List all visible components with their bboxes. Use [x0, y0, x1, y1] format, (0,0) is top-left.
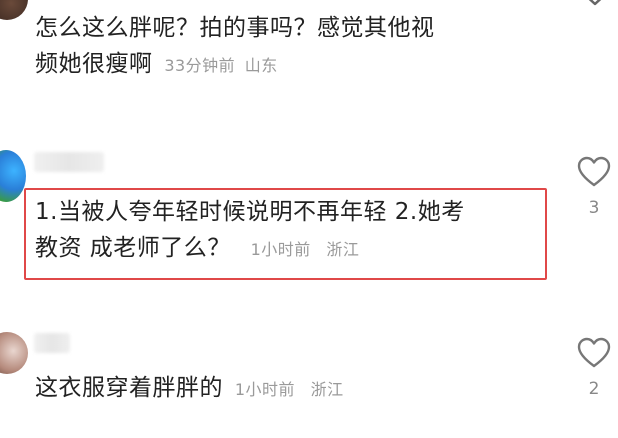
avatar[interactable] — [0, 332, 28, 374]
heart-outline-icon[interactable] — [574, 337, 614, 369]
comment-location: 浙江 — [326, 240, 360, 259]
comment-meta: 1小时前 浙江 — [247, 240, 360, 259]
comment-location: 山东 — [244, 56, 278, 75]
chevron-down-icon[interactable] — [578, 0, 612, 12]
avatar[interactable] — [0, 0, 28, 20]
username-blurred[interactable] — [34, 333, 70, 353]
comment-time: 1小时前 — [234, 380, 295, 399]
like-button[interactable]: 3 — [574, 156, 614, 218]
comment-text: 怎么这么胖呢？拍的事吗？感觉其他视 频她很瘦啊 33分钟前 山东 — [35, 15, 435, 77]
username-blurred[interactable] — [34, 152, 104, 172]
comment-text: 1.当被人夸年轻时候说明不再年轻 2.她考 教资 成老师了么？ 1小时前 浙江 — [35, 199, 465, 261]
like-count: 2 — [588, 379, 600, 399]
avatar[interactable] — [0, 150, 26, 202]
comment-meta: 33分钟前 山东 — [160, 56, 277, 75]
comment-location: 浙江 — [310, 380, 344, 399]
like-button[interactable]: 2 — [574, 337, 614, 399]
comment-meta: 1小时前 浙江 — [231, 380, 344, 399]
comment-text: 这衣服穿着胖胖的 1小时前 浙江 — [35, 375, 344, 401]
heart-outline-icon[interactable] — [574, 156, 614, 188]
comment-time: 33分钟前 — [164, 56, 236, 75]
comment-time: 1小时前 — [250, 240, 311, 259]
like-count: 3 — [588, 198, 600, 218]
